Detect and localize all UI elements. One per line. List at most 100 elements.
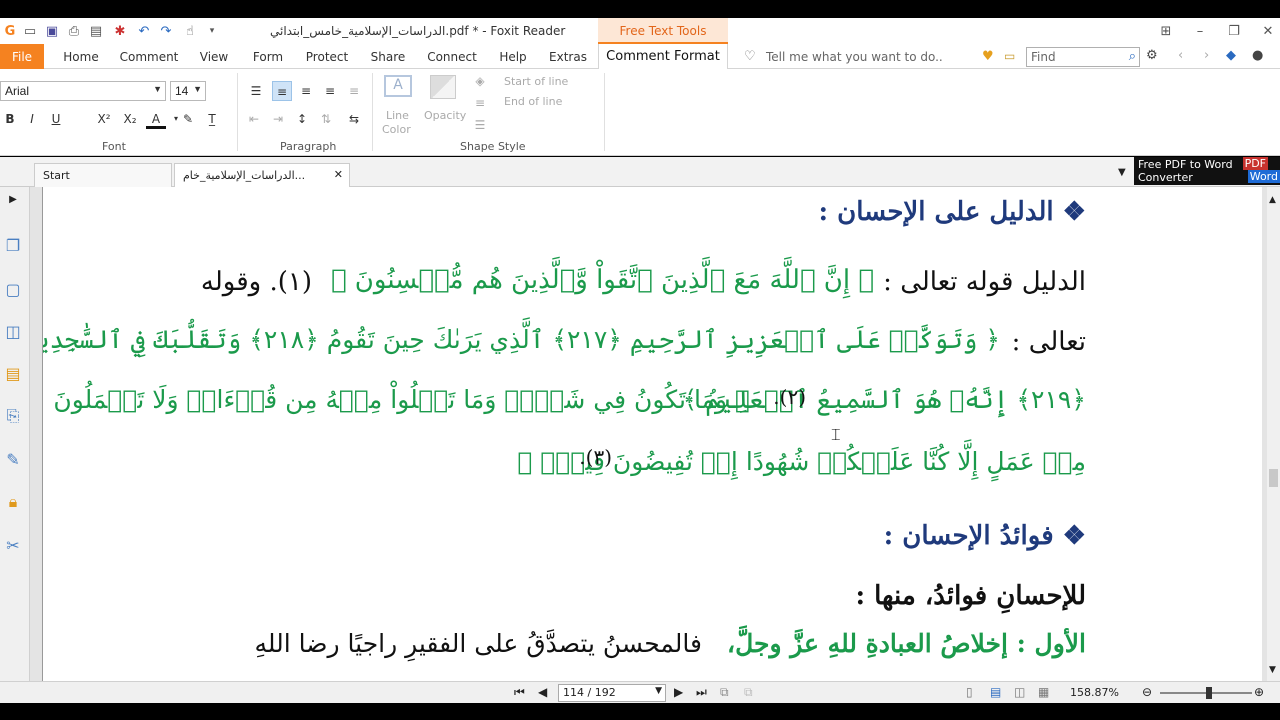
close-window-icon[interactable]: ✕ [1260,23,1276,39]
underline-button[interactable]: U [46,109,66,129]
page-dropdown-icon[interactable]: ▼ [655,686,662,696]
last-page-icon[interactable]: ⏭ [696,685,707,700]
find-input[interactable]: Find ⌕ [1026,47,1140,67]
text-style-button[interactable]: T̲ [202,109,222,129]
continuous-facing-icon[interactable]: ▦ [1038,685,1049,699]
tab-home[interactable]: Home [58,44,104,69]
promo-banner[interactable]: Free PDF to Word Converter PDF Word [1134,157,1280,185]
fill-color-button[interactable]: ◈ [470,71,490,91]
open-icon[interactable]: ▭ [22,23,38,39]
previous-page-icon[interactable]: ◀ [538,685,547,699]
line-color-label-1[interactable]: Line [386,109,409,122]
tab-extras[interactable]: Extras [546,44,590,69]
superscript-button[interactable]: X² [94,109,114,129]
vertical-scrollbar[interactable]: ▲ ▼ [1267,187,1280,681]
tab-view[interactable]: View [194,44,234,69]
redo-icon[interactable]: ↷ [158,23,174,39]
folder-search-icon[interactable]: ▭ [1004,49,1015,63]
signatures-icon[interactable]: ✎ [2,449,24,471]
heart-icon[interactable]: ♥ [982,49,994,64]
line-width-button[interactable]: ☰ [470,115,490,135]
zoom-level[interactable]: 158.87% [1070,686,1119,699]
gear-icon[interactable]: ⚙ [1146,48,1158,63]
continuous-page-icon[interactable]: ▤ [990,685,1001,699]
zoom-in-icon[interactable]: ⊕ [1254,685,1264,699]
forward-icon[interactable]: › [1204,48,1209,63]
restore-icon[interactable]: ❐ [1226,23,1242,39]
font-name-select[interactable]: Arial ▼ [0,81,166,101]
layers-icon[interactable]: ◫ [2,321,24,343]
tell-me-input[interactable]: Tell me what you want to do.. [766,50,943,64]
line-color-label-2[interactable]: Color [382,123,411,136]
next-page-icon[interactable]: ▶ [674,685,683,699]
security-icon[interactable]: 🔒︎ [2,491,24,513]
customize-dropdown-icon[interactable]: ▾ [204,23,220,39]
justify-button[interactable]: ≡ [344,81,364,101]
tab-list-dropdown-icon[interactable]: ▼ [1118,167,1126,178]
scroll-up-icon[interactable]: ▲ [1269,195,1276,205]
opacity-icon[interactable] [430,75,456,99]
increase-indent-button[interactable]: ⇥ [268,109,288,129]
tab-document[interactable]: الدراسات_الإسلامية_خام... ✕ [174,163,350,187]
first-page-icon[interactable]: ⏮ [514,685,525,700]
text-direction-button[interactable]: ⇆ [344,109,364,129]
font-color-button[interactable]: A [146,109,166,129]
pages-icon[interactable]: ▢ [2,279,24,301]
tab-connect[interactable]: Connect [424,44,480,69]
ribbon-layout-icon[interactable]: ⊞ [1158,23,1174,39]
font-size-select[interactable]: 14 ▼ [170,81,206,101]
save-icon[interactable]: ▣ [44,23,60,39]
close-tab-icon[interactable]: ✕ [334,168,343,181]
start-of-line-button[interactable]: Start of line [504,75,568,88]
new-icon[interactable]: ✱ [112,23,128,39]
user-icon[interactable]: ● [1252,48,1263,63]
minimize-icon[interactable]: – [1192,23,1208,39]
line-spacing-button[interactable]: ↕ [292,109,312,129]
align-center-button[interactable]: ≡ [296,81,316,101]
align-right-button[interactable]: ≡ [320,81,340,101]
page-number-input[interactable]: 114 / 192 ▼ [558,684,666,702]
tab-start[interactable]: Start [34,163,172,187]
hand-tool-icon[interactable]: ☝ [182,23,198,39]
tab-comment[interactable]: Comment [118,44,180,69]
facing-page-icon[interactable]: ◫ [1014,685,1025,699]
scroll-thumb[interactable] [1269,469,1278,487]
decrease-indent-button[interactable]: ⇤ [244,109,264,129]
undo-icon[interactable]: ↶ [136,23,152,39]
bold-button[interactable]: B [0,109,20,129]
next-view-icon[interactable]: ⧉ [744,685,753,700]
tab-help[interactable]: Help [494,44,532,69]
align-left-button[interactable]: ≡ [272,81,292,101]
bell-icon[interactable]: ◆ [1226,48,1236,63]
back-icon[interactable]: ‹ [1178,48,1183,63]
line-style-button[interactable]: ≡ [470,93,490,113]
end-of-line-button[interactable]: End of line [504,95,562,108]
subscript-button[interactable]: X₂ [120,109,140,129]
zoom-slider-thumb[interactable] [1206,687,1212,699]
single-page-icon[interactable]: ▯ [966,685,973,699]
document-viewer[interactable]: ❖ الدليل على الإحسان : الدليل قوله تعالى… [30,187,1267,681]
tab-file[interactable]: File [0,44,44,69]
scroll-down-icon[interactable]: ▼ [1269,665,1276,675]
previous-view-icon[interactable]: ⧉ [720,685,729,700]
para-spacing-button[interactable]: ⇅ [316,109,336,129]
bullets-button[interactable]: ☰ [246,81,266,101]
highlight-button[interactable]: ✎ [178,109,198,129]
line-color-icon[interactable]: A [384,75,412,97]
opacity-label[interactable]: Opacity [424,109,466,122]
attachments-icon[interactable]: ⎘ [2,405,24,427]
tools-icon[interactable]: ✂ [2,535,24,557]
expand-pane-icon[interactable]: ▶ [2,189,24,211]
foxit-logo-icon[interactable]: G [2,23,18,39]
tab-protect[interactable]: Protect [302,44,352,69]
tab-comment-format[interactable]: Comment Format [598,44,728,70]
search-icon[interactable]: ⌕ [1129,49,1136,64]
bookmark-icon[interactable]: ❐ [2,235,24,257]
comments-icon[interactable]: ▤ [2,363,24,385]
italic-button[interactable]: I [22,109,42,129]
print-icon[interactable]: ⎙ [66,23,82,39]
tab-share[interactable]: Share [366,44,410,69]
tab-form[interactable]: Form [248,44,288,69]
properties-icon[interactable]: ▤ [88,23,104,39]
zoom-out-icon[interactable]: ⊖ [1142,685,1152,699]
